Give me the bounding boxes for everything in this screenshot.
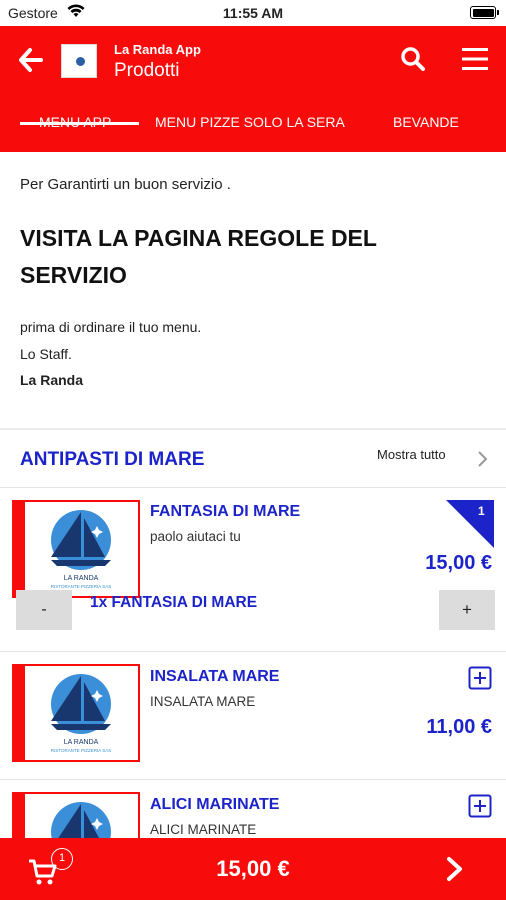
product-image: [12, 792, 140, 840]
notice-intro: Per Garantirti un buon servizio .: [20, 176, 231, 193]
svg-text:LA RANDA: LA RANDA: [64, 739, 99, 746]
cart-count-badge-number: 1: [478, 504, 485, 518]
quantity-label: 1x FANTASIA DI MARE: [90, 594, 258, 611]
product-description: INSALATA MARE: [150, 694, 256, 709]
product-name: FANTASIA DI MARE: [150, 503, 301, 520]
battery-icon: [470, 6, 499, 19]
category-title: ANTIPASTI DI MARE: [20, 449, 205, 470]
cart-summary-bar[interactable]: 1 15,00 €: [0, 838, 506, 900]
tab-bevande[interactable]: BEVANDE: [393, 114, 459, 130]
product-item[interactable]: ALICI MARINATE ALICI MARINATE: [0, 780, 506, 840]
product-image: LA RANDA RISTORANTE PIZZERIA SAS: [12, 500, 140, 598]
active-tab-indicator: [20, 122, 139, 125]
app-header: La Randa App Prodotti MENU APP MENU PIZZ…: [0, 26, 506, 152]
app-logo: [61, 44, 97, 78]
back-arrow-icon[interactable]: [16, 46, 44, 74]
decrease-quantity-button[interactable]: -: [16, 590, 72, 630]
notice-heading: VISITA LA PAGINA REGOLE DEL SERVIZIO: [20, 225, 377, 288]
sailboat-logo-icon: LA RANDA RISTORANTE PIZZERIA SAS: [51, 674, 111, 753]
sailboat-logo-icon: LA RANDA RISTORANTE PIZZERIA SAS: [51, 510, 111, 589]
product-description: ALICI MARINATE: [150, 822, 257, 837]
search-icon[interactable]: [400, 46, 426, 72]
category-header[interactable]: ANTIPASTI DI MARE Mostra tutto: [0, 430, 506, 488]
notice-text: prima di ordinare il tuo menu.: [20, 319, 202, 335]
increase-quantity-button[interactable]: +: [439, 590, 495, 630]
svg-text:LA RANDA: LA RANDA: [64, 575, 99, 582]
chevron-right-icon[interactable]: [446, 856, 464, 882]
status-bar: Gestore 11:55 AM: [0, 0, 506, 26]
app-name: La Randa App: [114, 42, 201, 57]
hamburger-menu-icon[interactable]: [460, 46, 490, 72]
product-description: paolo aiutaci tu: [150, 529, 241, 544]
show-all-link[interactable]: Mostra tutto: [377, 447, 446, 462]
product-item[interactable]: LA RANDA RISTORANTE PIZZERIA SAS FANTASI…: [0, 488, 506, 652]
notice-restaurant-name: La Randa: [20, 372, 84, 388]
product-item[interactable]: LA RANDA RISTORANTE PIZZERIA SAS INSALAT…: [0, 652, 506, 780]
sailboat-logo-icon: [51, 802, 111, 840]
cart-total: 15,00 €: [216, 856, 290, 881]
product-image: LA RANDA RISTORANTE PIZZERIA SAS: [12, 664, 140, 762]
tab-menu-pizze[interactable]: MENU PIZZE SOLO LA SERA: [155, 114, 345, 130]
product-name: ALICI MARINATE: [150, 796, 280, 813]
clock: 11:55 AM: [222, 5, 284, 21]
product-price: 11,00 €: [426, 716, 492, 738]
svg-text:RISTORANTE PIZZERIA SAS: RISTORANTE PIZZERIA SAS: [51, 748, 111, 753]
category-tabs: MENU APP MENU PIZZE SOLO LA SERA BEVANDE: [0, 112, 506, 152]
add-to-cart-icon[interactable]: [468, 666, 492, 690]
notice-signature: Lo Staff.: [20, 346, 72, 362]
chevron-right-icon[interactable]: [476, 450, 488, 468]
page-title: Prodotti: [114, 60, 180, 81]
service-notice: Per Garantirti un buon servizio . VISITA…: [0, 152, 506, 428]
product-name: INSALATA MARE: [150, 668, 280, 685]
add-to-cart-icon[interactable]: [468, 794, 492, 818]
product-price: 15,00 €: [425, 552, 492, 574]
svg-text:RISTORANTE PIZZERIA SAS: RISTORANTE PIZZERIA SAS: [51, 584, 111, 589]
cart-count-badge: [446, 500, 494, 548]
